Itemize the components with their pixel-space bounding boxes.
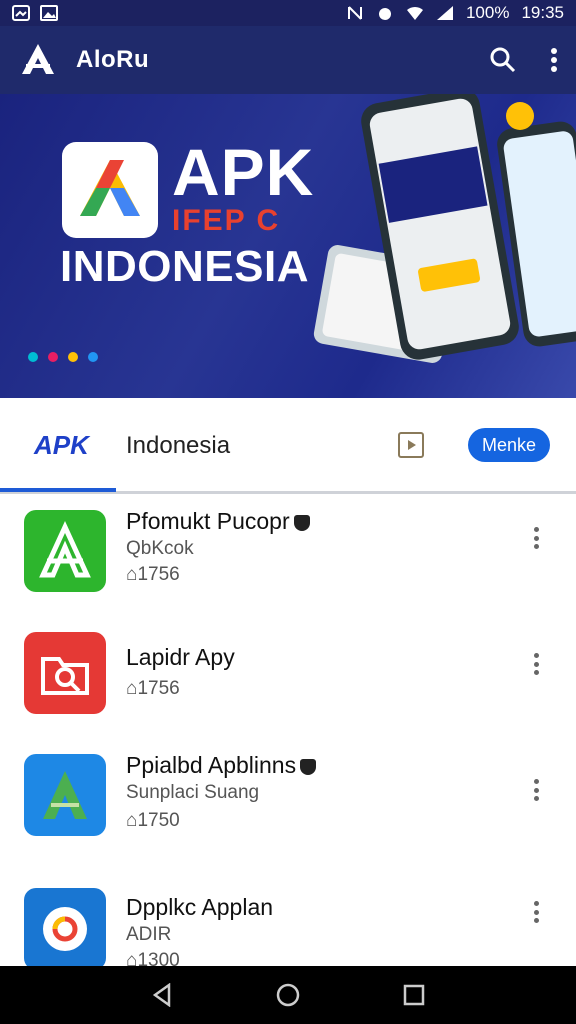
- app-developer: Sunplaci Suang: [126, 782, 260, 803]
- play-icon[interactable]: [398, 432, 424, 458]
- list-item[interactable]: Ppialbd Apblinns Sunplaci Suang ⌂1750: [0, 752, 576, 874]
- list-item[interactable]: Dpplkc Applan ADIR ⌂1300: [0, 888, 576, 966]
- notification-icon: [12, 5, 30, 21]
- app-icon: [24, 632, 106, 714]
- tab-apk[interactable]: APK: [34, 430, 89, 461]
- wifi-icon: [406, 6, 423, 20]
- banner-country: INDONESIA: [60, 242, 309, 291]
- app-icon: [24, 888, 106, 966]
- item-menu-icon[interactable]: [526, 524, 546, 552]
- app-name: Ppialbd Apblinns: [126, 752, 317, 779]
- app-icon: [24, 510, 106, 592]
- signal-icon: [436, 6, 453, 20]
- app-folder-search-icon: [41, 657, 89, 695]
- app-a-icon: [39, 521, 91, 578]
- back-icon[interactable]: [151, 983, 173, 1007]
- alarm-icon: [378, 8, 391, 20]
- battery-level: 100%: [465, 3, 510, 22]
- promo-banner[interactable]: APK IFEP C INDONESIA: [0, 94, 576, 398]
- home-icon[interactable]: [276, 983, 300, 1007]
- app-downloads: ⌂1750: [126, 810, 180, 831]
- app-green-a-icon: [43, 771, 87, 819]
- phone-mockups-illustration: [313, 94, 576, 363]
- item-menu-icon[interactable]: [526, 776, 546, 804]
- clock: 19:35: [521, 3, 564, 22]
- list-item[interactable]: Lapidr Apy ⌂1756: [0, 632, 576, 752]
- more-vert-icon[interactable]: [550, 47, 558, 73]
- apk-logo-icon: [80, 160, 140, 216]
- status-bar: 100% 19:35: [0, 0, 576, 26]
- recents-icon[interactable]: [403, 984, 425, 1006]
- app-downloads: ⌂1756: [126, 564, 180, 585]
- menu-button[interactable]: Menke: [468, 428, 550, 462]
- system-nav-bar: [0, 966, 576, 1024]
- verified-badge-icon: [293, 514, 310, 531]
- app-title: AloRu: [76, 46, 150, 73]
- app-list: Pfomukt Pucopr QbKcok ⌂1756 Lapidr Apy ⌂…: [0, 494, 576, 966]
- app-name: Pfomukt Pucopr: [126, 508, 310, 535]
- app-icon: [24, 754, 106, 836]
- tab-bar: APK Indonesia Menke: [0, 398, 576, 494]
- tab-indonesia[interactable]: Indonesia: [126, 432, 230, 460]
- app-name: Dpplkc Applan: [126, 894, 274, 920]
- app-developer: QbKcok: [126, 538, 194, 559]
- search-icon[interactable]: [490, 47, 516, 73]
- list-item[interactable]: Pfomukt Pucopr QbKcok ⌂1756: [0, 508, 576, 630]
- app-name: Lapidr Apy: [126, 644, 235, 670]
- carousel-dots: [28, 352, 98, 362]
- app-chrome-icon: [43, 907, 87, 951]
- image-icon: [40, 5, 58, 21]
- item-menu-icon[interactable]: [526, 898, 546, 926]
- item-menu-icon[interactable]: [526, 650, 546, 678]
- tab-active-indicator: [0, 488, 116, 492]
- app-logo-icon: [22, 44, 54, 74]
- app-downloads: ⌂1300: [126, 950, 180, 966]
- app-developer: ADIR: [126, 924, 172, 945]
- banner-logo: [62, 142, 158, 238]
- nfc-icon: [347, 6, 362, 20]
- banner-tagline: IFEP C: [172, 204, 281, 237]
- app-bar: AloRu: [0, 26, 576, 94]
- banner-brand: APK: [172, 135, 315, 209]
- verified-badge-icon: [300, 758, 317, 775]
- app-downloads: ⌂1756: [126, 678, 180, 699]
